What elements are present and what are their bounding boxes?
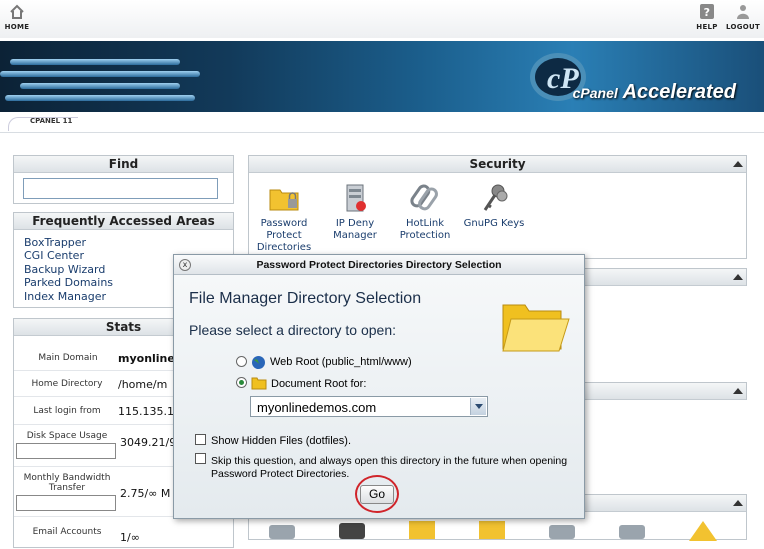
keys-icon [483, 184, 508, 211]
disk-usage-bar [16, 443, 116, 459]
stat-label: Last login from [33, 406, 101, 416]
find-panel: Find [13, 155, 234, 204]
domain-select[interactable]: myonlinedemos.com [250, 396, 488, 417]
docroot-label[interactable]: Document Root for: [271, 378, 366, 390]
warning-icon [689, 521, 717, 541]
banner-cable [10, 59, 180, 65]
hotlink-protection-item[interactable]: HotLink Protection [393, 182, 457, 242]
stat-value: 3049.21/9 [120, 436, 177, 449]
webroot-label[interactable]: Web Root (public_html/www) [270, 356, 412, 368]
skip-question-label[interactable]: Skip this question, and always open this… [211, 455, 571, 481]
dialog-title: Password Protect Directories Directory S… [174, 255, 584, 275]
directory-selection-dialog: Password Protect Directories Directory S… [173, 254, 585, 519]
password-protect-directories-item[interactable]: Password Protect Directories [253, 182, 315, 254]
stat-label: Disk Space Usage [26, 431, 108, 441]
faa-link-cgi-center[interactable]: CGI Center [24, 249, 113, 262]
collapse-arrow-icon[interactable] [733, 388, 743, 394]
gnupg-keys-item[interactable]: GnuPG Keys [463, 182, 525, 230]
globe-icon [252, 356, 265, 369]
stat-value: 2.75/∞ M [120, 487, 171, 500]
dialog-heading: File Manager Directory Selection [189, 290, 422, 307]
folder-lock-icon [269, 189, 299, 211]
disk-icon [549, 525, 575, 539]
stat-label: Main Domain [38, 353, 98, 363]
item-label: HotLink Protection [399, 218, 451, 241]
top-toolbar: HOME ? HELP LOGOUT [0, 0, 764, 38]
dialog-prompt: Please select a directory to open: [189, 322, 397, 338]
show-hidden-checkbox[interactable] [195, 434, 206, 445]
stat-label: Home Directory [31, 379, 103, 389]
wand-icon [339, 523, 365, 539]
close-icon[interactable]: x [179, 259, 191, 271]
item-label: GnuPG Keys [463, 218, 525, 229]
stat-value: 1/∞ [120, 531, 140, 544]
faa-link-backup-wizard[interactable]: Backup Wizard [24, 263, 113, 276]
help-label: HELP [696, 23, 718, 31]
docroot-radio[interactable] [236, 377, 247, 388]
svg-text:?: ? [704, 6, 711, 19]
faa-link-boxtrapper[interactable]: BoxTrapper [24, 236, 113, 249]
version-label: CPANEL 11 [30, 117, 73, 125]
stat-value: 115.135.1 [118, 405, 174, 418]
stat-label: Email Accounts [32, 527, 102, 537]
skip-question-checkbox[interactable] [195, 453, 206, 464]
home-link[interactable]: HOME [4, 4, 30, 31]
item-label: Password Protect Directories [256, 218, 312, 253]
banner-cable [5, 95, 195, 101]
chevron-down-icon[interactable] [470, 398, 486, 415]
folder-icon [409, 521, 435, 539]
collapse-arrow-icon[interactable] [733, 274, 743, 280]
folder-icon [251, 377, 267, 390]
stat-value: /home/m [118, 378, 168, 391]
chain-icon [410, 184, 438, 211]
faa-title: Frequently Accessed Areas [14, 213, 233, 230]
faa-link-parked-domains[interactable]: Parked Domains [24, 276, 113, 289]
home-label: HOME [4, 23, 30, 31]
cpanel-logo-text: cPanel Accelerated [572, 81, 736, 103]
show-hidden-label[interactable]: Show Hidden Files (dotfiles). [211, 435, 351, 447]
logout-link[interactable]: LOGOUT [726, 4, 760, 31]
item-label: IP Deny Manager [333, 218, 377, 241]
stat-label: Monthly Bandwidth Transfer [23, 473, 111, 493]
help-icon: ? [700, 4, 714, 19]
home-icon [10, 4, 24, 19]
server-block-icon [346, 184, 366, 212]
domain-select-value: myonlinedemos.com [257, 400, 377, 415]
logout-label: LOGOUT [726, 23, 761, 31]
disk-icon [619, 525, 645, 539]
webroot-radio[interactable] [236, 356, 247, 367]
bandwidth-bar [16, 495, 116, 511]
security-panel: Security Password Protect Directories IP… [248, 155, 747, 259]
help-link[interactable]: ? HELP [694, 4, 720, 31]
ip-deny-manager-item[interactable]: IP Deny Manager [323, 182, 387, 242]
find-title: Find [14, 156, 233, 173]
collapse-arrow-icon[interactable] [733, 500, 743, 506]
version-ribbon: CPANEL 11 [0, 112, 764, 136]
banner-cable [0, 71, 200, 77]
folder-open-icon [502, 304, 570, 352]
collapse-arrow-icon[interactable] [733, 161, 743, 167]
folder-icon [479, 521, 505, 539]
go-button[interactable]: Go [360, 485, 394, 504]
find-input[interactable] [23, 178, 218, 199]
security-title: Security [249, 156, 746, 173]
user-logout-icon [737, 5, 749, 19]
faa-link-index-manager[interactable]: Index Manager [24, 290, 113, 303]
disk-icon [269, 525, 295, 539]
cpanel-banner: cP cPanel Accelerated [0, 41, 764, 112]
ribbon-line [0, 132, 764, 133]
banner-cable [20, 83, 180, 89]
stat-row: Email Accounts 1/∞ [14, 517, 234, 549]
